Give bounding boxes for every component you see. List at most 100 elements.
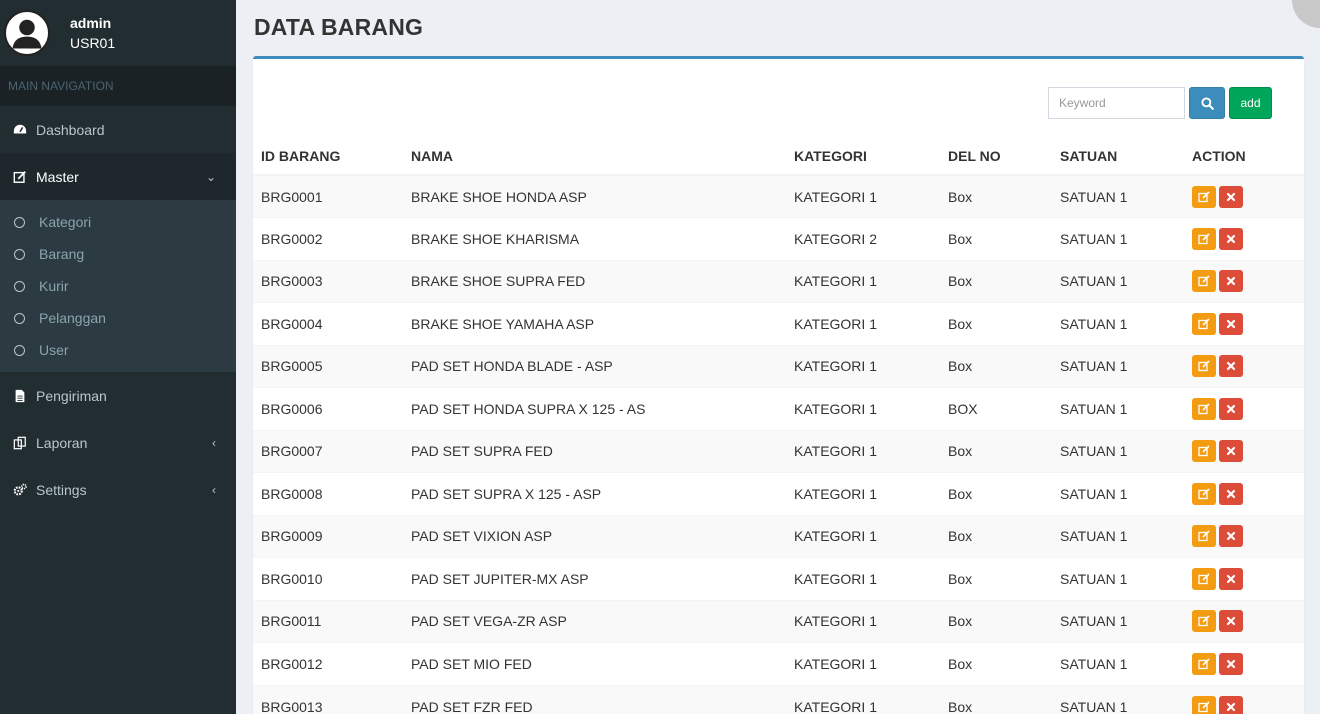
cell-kategori: KATEGORI 2	[786, 217, 940, 260]
edit-icon	[1198, 488, 1210, 499]
cell-satuan: SATUAN 1	[1052, 387, 1184, 430]
edit-button[interactable]	[1192, 185, 1216, 208]
sidebar-item-user[interactable]: User	[0, 334, 236, 366]
sidebar-item-barang[interactable]: Barang	[0, 238, 236, 270]
delete-button[interactable]	[1219, 227, 1243, 250]
cell-kategori: KATEGORI 1	[786, 514, 940, 558]
edit-button[interactable]	[1192, 610, 1216, 633]
delete-button[interactable]	[1219, 185, 1243, 208]
cell-nama: BRAKE SHOE SUPRA FED	[403, 259, 786, 303]
delete-button[interactable]	[1219, 312, 1243, 335]
sidebar-item-dashboard[interactable]: Dashboard	[0, 106, 236, 153]
table-row: BRG0002 BRAKE SHOE KHARISMA KATEGORI 2 Box S…	[253, 217, 1304, 260]
close-icon	[1226, 574, 1236, 583]
table-row: BRG0009 PAD SET VIXION ASP KATEGORI 1 Box SA…	[253, 514, 1304, 558]
edit-icon	[1198, 700, 1210, 712]
sidebar-item-laporan[interactable]: Laporan ‹	[0, 419, 236, 466]
close-icon	[1226, 489, 1236, 498]
edit-button[interactable]	[1192, 227, 1216, 250]
cell-del-no: Box	[940, 642, 1052, 685]
edit-icon	[1198, 403, 1210, 414]
table-row: BRG0006 PAD SET HONDA SUPRA X 125 - AS KAT…	[253, 387, 1304, 430]
cell-nama: BRAKE SHOE HONDA ASP	[403, 174, 786, 218]
cell-action	[1184, 217, 1304, 260]
delete-button[interactable]	[1219, 355, 1243, 378]
column-header: DEL NO	[940, 137, 1052, 176]
column-header: SATUAN	[1052, 137, 1184, 176]
delete-button[interactable]	[1219, 270, 1243, 293]
cell-del-no: Box	[940, 557, 1052, 600]
action-group	[1192, 270, 1304, 293]
action-group	[1192, 312, 1304, 335]
cell-action	[1184, 472, 1304, 515]
circle-icon	[14, 248, 25, 260]
table-row: BRG0012 PAD SET MIO FED KATEGORI 1 Box SATUA…	[253, 642, 1304, 685]
cell-id-barang: BRG0002	[253, 217, 403, 260]
table-row: BRG0010 PAD SET JUPITER-MX ASP KATEGORI 1B…	[253, 557, 1304, 600]
main-content: DATA BARANG add ID BARANG NAMA KATEGORI …	[236, 0, 1320, 714]
edit-button[interactable]	[1192, 567, 1216, 590]
delete-button[interactable]	[1219, 652, 1243, 675]
cell-action	[1184, 344, 1304, 388]
close-icon	[1226, 617, 1236, 626]
delete-button[interactable]	[1219, 525, 1243, 548]
edit-button[interactable]	[1192, 440, 1216, 463]
sidebar-item-label: Dashboard	[36, 121, 105, 138]
delete-button[interactable]	[1219, 695, 1243, 714]
column-header: ID BARANG	[253, 137, 403, 176]
column-header: NAMA	[403, 137, 786, 176]
cell-nama: BRAKE SHOE KHARISMA	[403, 217, 786, 260]
edit-button[interactable]	[1192, 695, 1216, 714]
edit-button[interactable]	[1192, 652, 1216, 675]
edit-button[interactable]	[1192, 525, 1216, 548]
add-button[interactable]: add	[1229, 87, 1272, 119]
sidebar-item-label: Settings	[36, 481, 87, 498]
sidebar-item-master[interactable]: Master ⌄	[0, 153, 236, 200]
sidebar-item-kurir[interactable]: Kurir	[0, 270, 236, 302]
sidebar-item-settings[interactable]: Settings ‹	[0, 466, 236, 513]
cell-satuan: SATUAN 1	[1052, 642, 1184, 685]
action-group	[1192, 440, 1304, 463]
circle-icon	[14, 312, 25, 324]
sidebar-item-label: Laporan	[36, 434, 88, 451]
cell-satuan: SATUAN 1	[1052, 302, 1184, 345]
table-row: BRG0008 PAD SET SUPRA X 125 - ASP KATEGORI…	[253, 472, 1304, 515]
edit-button[interactable]	[1192, 312, 1216, 335]
search-button[interactable]	[1189, 87, 1225, 119]
close-icon	[1226, 702, 1236, 711]
sidebar-item-kategori[interactable]: Kategori	[0, 206, 236, 238]
delete-button[interactable]	[1219, 397, 1243, 420]
action-group	[1192, 185, 1304, 208]
sidebar-item-pengiriman[interactable]: Pengiriman	[0, 372, 236, 419]
delete-button[interactable]	[1219, 567, 1243, 590]
edit-button[interactable]	[1192, 355, 1216, 378]
edit-button[interactable]	[1192, 482, 1216, 505]
cell-satuan: SATUAN 1	[1052, 429, 1184, 473]
delete-button[interactable]	[1219, 482, 1243, 505]
search-input[interactable]	[1048, 87, 1185, 119]
table-row: BRG0003 BRAKE SHOE SUPRA FED KATEGORI 1 Box…	[253, 259, 1304, 303]
sidebar-item-pelanggan[interactable]: Pelanggan	[0, 302, 236, 334]
table-row: BRG0001 BRAKE SHOE HONDA ASP KATEGORI 1 Box…	[253, 174, 1304, 218]
close-icon	[1226, 319, 1236, 328]
cell-nama: PAD SET SUPRA X 125 - ASP	[403, 472, 786, 515]
nav-header: MAIN NAVIGATION	[0, 66, 236, 106]
cell-satuan: SATUAN 1	[1052, 514, 1184, 558]
edit-button[interactable]	[1192, 270, 1216, 293]
edit-button[interactable]	[1192, 397, 1216, 420]
cell-id-barang: BRG0003	[253, 259, 403, 303]
cell-kategori: KATEGORI 1	[786, 557, 940, 600]
sidebar-item-label: Master	[36, 168, 79, 185]
column-header: KATEGORI	[786, 137, 940, 176]
cell-id-barang: BRG0001	[253, 174, 403, 218]
delete-button[interactable]	[1219, 610, 1243, 633]
cell-action	[1184, 642, 1304, 685]
edit-icon	[1198, 573, 1210, 584]
cell-del-no: Box	[940, 684, 1052, 714]
close-icon	[1226, 362, 1236, 371]
table-header-row: ID BARANG NAMA KATEGORI DEL NO SATUAN AC…	[253, 137, 1304, 176]
delete-button[interactable]	[1219, 440, 1243, 463]
dashboard-icon	[12, 122, 28, 138]
user-panel: admin USR01	[0, 0, 236, 66]
cell-nama: PAD SET HONDA SUPRA X 125 - AS	[403, 387, 786, 430]
